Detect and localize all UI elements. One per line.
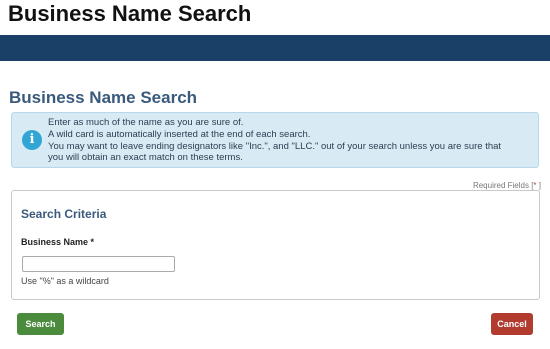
info-line: Enter as much of the name as you are sur…	[48, 117, 244, 128]
search-button[interactable]: Search	[17, 313, 64, 335]
search-criteria-panel: Search Criteria Business Name * Use "%" …	[11, 190, 540, 300]
required-note-text: Required Fields [	[472, 181, 534, 190]
business-name-input[interactable]	[22, 256, 175, 272]
site-title: Business Name Search	[8, 1, 252, 26]
info-alert: i Enter as much of the name as you are s…	[11, 112, 539, 168]
info-icon: i	[22, 130, 42, 150]
page-title: Business Name Search	[9, 88, 198, 107]
business-name-label-text: Business Name	[21, 237, 89, 247]
panel-title: Search Criteria	[21, 207, 107, 221]
info-text: Enter as much of the name as you are sur…	[48, 117, 501, 164]
wildcard-help-text: Use "%" as a wildcard	[21, 276, 109, 286]
cancel-button[interactable]: Cancel	[491, 313, 533, 335]
navigation-bar	[0, 35, 550, 61]
required-fields-note: Required Fields [* ]	[473, 181, 541, 190]
info-line: you will obtain an exact match on these …	[48, 152, 243, 164]
info-line: You may want to leave ending designators…	[48, 140, 502, 152]
required-note-close: ]	[536, 181, 541, 190]
required-marker: *	[88, 237, 95, 247]
business-name-label: Business Name *	[21, 237, 94, 247]
info-line: A wild card is automatically inserted at…	[48, 128, 311, 140]
